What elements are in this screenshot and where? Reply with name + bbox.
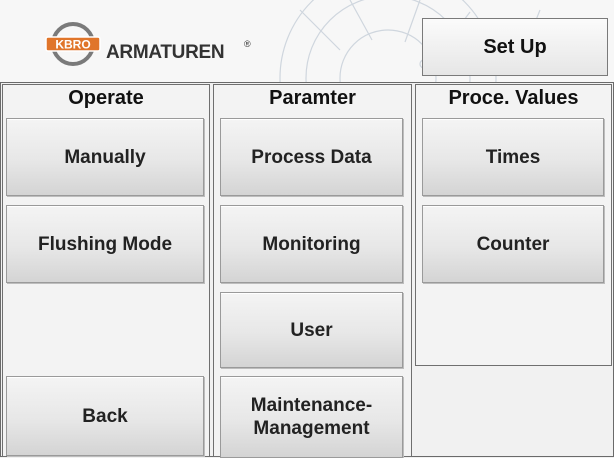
header-bar: KBRO ARMATUREN ® Set Up: [0, 0, 614, 83]
maintenance-management-button[interactable]: Maintenance- Management: [220, 376, 403, 458]
setup-button[interactable]: Set Up: [422, 18, 608, 76]
operate-panel: Operate Manually Flushing Mode Back: [2, 84, 210, 457]
logo-badge-text: KBRO: [55, 38, 90, 52]
process-data-button[interactable]: Process Data: [220, 118, 403, 196]
logo-registered-mark: ®: [244, 39, 251, 49]
counter-button[interactable]: Counter: [422, 205, 604, 283]
parameter-panel: Paramter Process Data Monitoring User Ma…: [213, 84, 412, 458]
parameter-title: Paramter: [269, 87, 356, 109]
kbro-logo-icon: KBRO: [45, 22, 101, 66]
times-button[interactable]: Times: [422, 118, 604, 196]
logo-wordmark: ARMATUREN: [106, 42, 225, 63]
user-button[interactable]: User: [220, 292, 403, 368]
monitoring-button[interactable]: Monitoring: [220, 205, 403, 283]
manually-button[interactable]: Manually: [6, 118, 204, 196]
brand-logo: KBRO ARMATUREN ®: [14, 9, 424, 75]
operate-title: Operate: [68, 87, 144, 109]
flushing-mode-button[interactable]: Flushing Mode: [6, 205, 204, 283]
back-button[interactable]: Back: [6, 376, 204, 456]
process-values-panel: Proce. Values Times Counter: [415, 84, 612, 366]
process-values-title: Proce. Values: [448, 87, 579, 109]
